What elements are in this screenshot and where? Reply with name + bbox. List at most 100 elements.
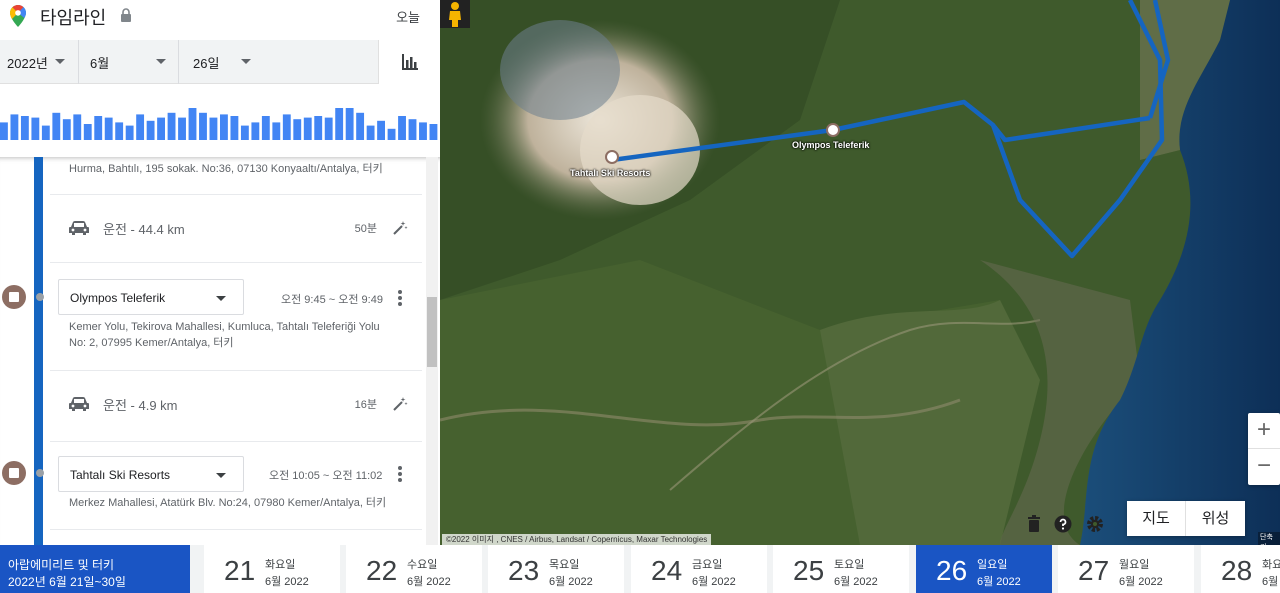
histogram-day-bar[interactable] <box>167 112 176 140</box>
day-month: 6월 2022 <box>977 576 1021 588</box>
histogram-day-bar[interactable] <box>303 117 312 140</box>
car-icon <box>69 397 89 411</box>
zoom-out-button[interactable]: − <box>1248 449 1280 485</box>
histogram-day-bar[interactable] <box>230 116 239 140</box>
histogram-day-bar[interactable] <box>261 116 270 140</box>
day-select[interactable]: 26일 <box>193 40 251 84</box>
satellite-imagery <box>440 0 1280 545</box>
timeline-dot <box>36 293 44 301</box>
day-month: 6월 2022 <box>549 576 593 588</box>
day-card[interactable]: 28 화요일 6월 2022 <box>1201 545 1280 593</box>
place-stop-icon <box>2 461 26 485</box>
histogram-day-bar[interactable] <box>282 114 291 140</box>
histogram-day-bar[interactable] <box>293 119 302 140</box>
histogram-day-bar[interactable] <box>377 120 385 140</box>
map-label-teleferik[interactable]: Olympos Teleferik <box>792 140 869 150</box>
histogram-day-bar[interactable] <box>10 114 19 140</box>
more-options-icon[interactable] <box>398 466 402 482</box>
histogram-day-bar[interactable] <box>408 119 417 140</box>
histogram-day-bar[interactable] <box>366 125 375 140</box>
histogram-day-bar[interactable] <box>314 116 323 140</box>
histogram-day-bar[interactable] <box>188 108 197 140</box>
day-card[interactable]: 25 토요일 6월 2022 <box>773 545 909 593</box>
day-strip: 아랍에미리트 및 터키 2022년 6월 21일~30일 21 화요일 6월 202… <box>0 545 1280 593</box>
histogram-day-bar[interactable] <box>429 124 438 140</box>
histogram-day-bar[interactable] <box>62 119 71 140</box>
histogram-day-bar[interactable] <box>136 114 145 140</box>
day-card[interactable]: 21 화요일 6월 2022 <box>204 545 340 593</box>
day-card[interactable]: 23 목요일 6월 2022 <box>488 545 624 593</box>
histogram-day-bar[interactable] <box>324 117 333 140</box>
histogram-day-bar[interactable] <box>220 114 228 140</box>
drive-segment[interactable]: 운전 - 44.4 km 50분 <box>68 216 418 240</box>
drive-segment[interactable]: 운전 - 4.9 km 16분 <box>68 392 418 416</box>
place-time: 오전 10:05 ~ 오전 11:02 <box>269 470 383 482</box>
place-name: Olympos Teleferik <box>70 291 166 305</box>
street-view-pegman-icon[interactable] <box>440 0 470 28</box>
month-select[interactable]: 6월 <box>90 40 166 84</box>
activity-histogram[interactable] <box>0 94 440 140</box>
day-card[interactable]: 27 월요일 6월 2022 <box>1058 545 1194 593</box>
histogram-day-bar[interactable] <box>240 125 249 140</box>
histogram-day-bar[interactable] <box>41 125 50 140</box>
histogram-day-bar[interactable] <box>125 125 134 140</box>
trip-card[interactable]: 아랍에미리트 및 터키 2022년 6월 21일~30일 <box>0 545 190 593</box>
place-name-dropdown[interactable]: Tahtalı Ski Resorts <box>58 456 244 492</box>
day-card[interactable]: 22 수요일 6월 2022 <box>346 545 482 593</box>
place-name-dropdown[interactable]: Olympos Teleferik <box>58 279 244 315</box>
divider <box>50 262 422 263</box>
histogram-day-bar[interactable] <box>52 112 61 140</box>
year-select[interactable]: 2022년 <box>7 40 65 84</box>
map-type-map-button[interactable]: 지도 <box>1127 501 1186 536</box>
day-card[interactable]: 24 금요일 6월 2022 <box>631 545 767 593</box>
day-number: 27 <box>1078 555 1110 586</box>
histogram-day-bar[interactable] <box>387 128 396 140</box>
divider <box>50 370 422 371</box>
magic-wand-icon[interactable] <box>392 396 408 412</box>
scrollbar-thumb[interactable] <box>427 297 437 367</box>
histogram-day-bar[interactable] <box>419 122 427 140</box>
map-copyright: ©2022 이미지 , CNES / Airbus, Landsat / Cop… <box>442 534 712 545</box>
satellite-map[interactable]: Olympos Teleferik Tahtalı Ski Resorts ©2… <box>440 0 1280 545</box>
histogram-day-bar[interactable] <box>104 117 113 140</box>
timeline-dot <box>36 469 44 477</box>
keyboard-shortcuts-link[interactable]: 단축키 <box>1258 532 1280 545</box>
more-options-icon[interactable] <box>398 290 402 306</box>
histogram-day-bar[interactable] <box>178 117 186 140</box>
histogram-day-bar[interactable] <box>209 117 218 140</box>
magic-wand-icon[interactable] <box>392 220 408 236</box>
map-type-satellite-button[interactable]: 위성 <box>1186 501 1245 536</box>
help-icon[interactable] <box>1054 515 1072 533</box>
zoom-in-button[interactable]: + <box>1248 413 1280 449</box>
drive-duration: 16분 <box>354 399 377 411</box>
histogram-day-bar[interactable] <box>31 117 40 140</box>
histogram-day-bar[interactable] <box>335 108 344 140</box>
stats-chart-button[interactable] <box>378 40 440 84</box>
day-number: 21 <box>224 555 256 586</box>
chevron-down-icon <box>156 59 166 64</box>
chevron-down-icon <box>216 296 226 301</box>
histogram-day-bar[interactable] <box>146 120 155 140</box>
histogram-day-bar[interactable] <box>73 114 82 140</box>
histogram-day-bar[interactable] <box>0 122 8 140</box>
histogram-day-bar[interactable] <box>20 116 29 140</box>
histogram-day-bar[interactable] <box>157 117 165 140</box>
place-address: Kemer Yolu, Tekirova Mahallesi, Kumluca,… <box>69 321 380 349</box>
delete-icon[interactable] <box>1025 515 1043 533</box>
today-button[interactable]: 오늘 <box>396 7 420 26</box>
histogram-day-bar[interactable] <box>83 124 92 140</box>
histogram-day-bar[interactable] <box>398 116 406 140</box>
day-weekday: 수요일 <box>407 559 438 571</box>
map-label-ski-resort[interactable]: Tahtalı Ski Resorts <box>570 168 650 178</box>
histogram-day-bar[interactable] <box>115 122 124 140</box>
histogram-day-bar[interactable] <box>251 122 260 140</box>
day-card[interactable]: 26 일요일 6월 2022 <box>916 545 1052 593</box>
histogram-day-bar[interactable] <box>356 112 365 140</box>
place-time: 오전 9:45 ~ 오전 9:49 <box>281 294 383 306</box>
car-icon <box>69 221 89 235</box>
histogram-day-bar[interactable] <box>345 108 354 140</box>
histogram-day-bar[interactable] <box>199 112 207 140</box>
settings-gear-icon[interactable] <box>1086 515 1104 533</box>
histogram-day-bar[interactable] <box>94 116 103 140</box>
histogram-day-bar[interactable] <box>272 122 281 140</box>
